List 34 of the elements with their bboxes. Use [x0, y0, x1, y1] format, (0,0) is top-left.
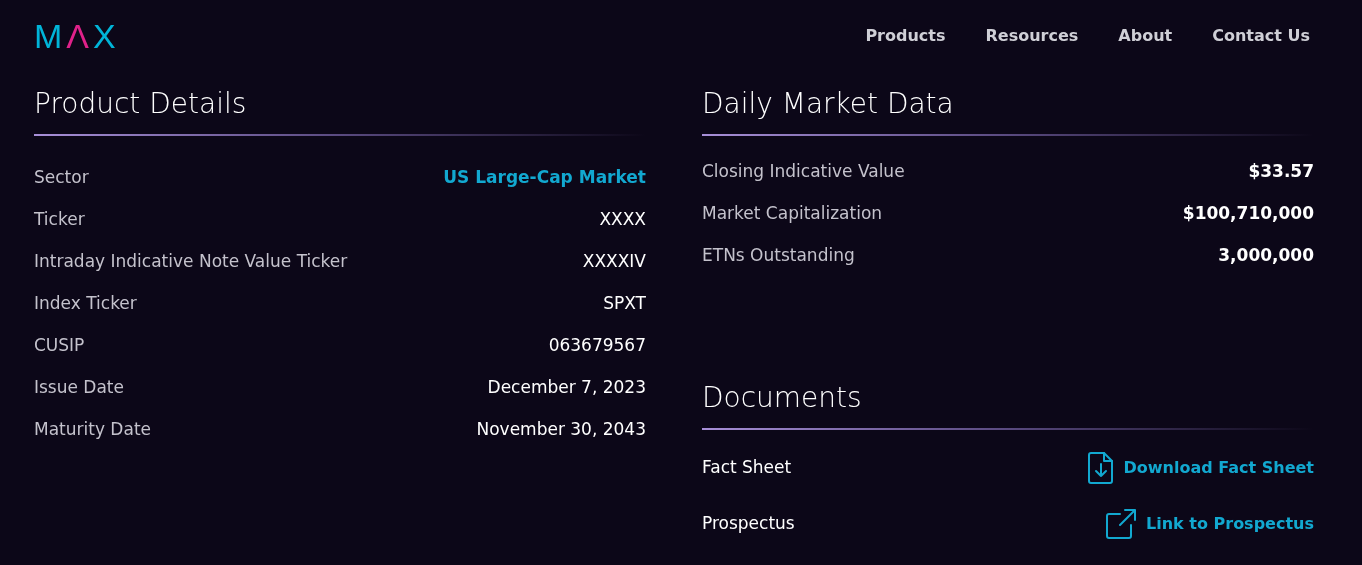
field-value: $33.57	[1248, 160, 1314, 184]
field-label: Sector	[34, 166, 89, 190]
document-link[interactable]: Download Fact Sheet	[1123, 456, 1314, 480]
field-label: Market Capitalization	[702, 202, 883, 226]
nav-link[interactable]: Resources	[985, 24, 1079, 48]
field-value: 063679567	[548, 334, 646, 358]
field-value: XXXX	[599, 208, 646, 232]
field-label: Intraday Indicative Note Value Ticker	[34, 250, 348, 274]
section-heading: Documents	[702, 380, 863, 416]
field-label: Issue Date	[34, 376, 124, 400]
document-link[interactable]: Link to Prospectus	[1146, 512, 1314, 536]
sector-link[interactable]: US Large-Cap Market	[443, 165, 646, 191]
document-label: Fact Sheet	[702, 456, 792, 480]
field-label: Maturity Date	[34, 418, 151, 442]
section-heading: Product Details	[34, 86, 248, 122]
field-label: Ticker	[34, 208, 85, 232]
logo[interactable]: MΛX	[34, 19, 120, 53]
field-value: SPXT	[603, 292, 646, 316]
field-value: $100,710,000	[1182, 202, 1314, 226]
field-value: December 7, 2023	[487, 376, 646, 400]
field-label: Index Ticker	[34, 292, 137, 316]
external-link-icon	[1106, 509, 1136, 539]
nav-link[interactable]: Contact Us	[1212, 24, 1310, 48]
field-value: 3,000,000	[1218, 244, 1314, 268]
field-label: ETNs Outstanding	[702, 244, 855, 268]
field-value: XXXXIV	[582, 250, 646, 274]
nav-link[interactable]: About	[1118, 24, 1173, 48]
document-label: Prospectus	[702, 512, 795, 536]
section-heading: Daily Market Data	[702, 86, 955, 122]
nav-link[interactable]: Products	[865, 24, 946, 48]
field-label: Closing Indicative Value	[702, 160, 905, 184]
field-value: November 30, 2043	[476, 418, 646, 442]
field-label: CUSIP	[34, 334, 85, 358]
file-download-icon	[1087, 452, 1114, 484]
